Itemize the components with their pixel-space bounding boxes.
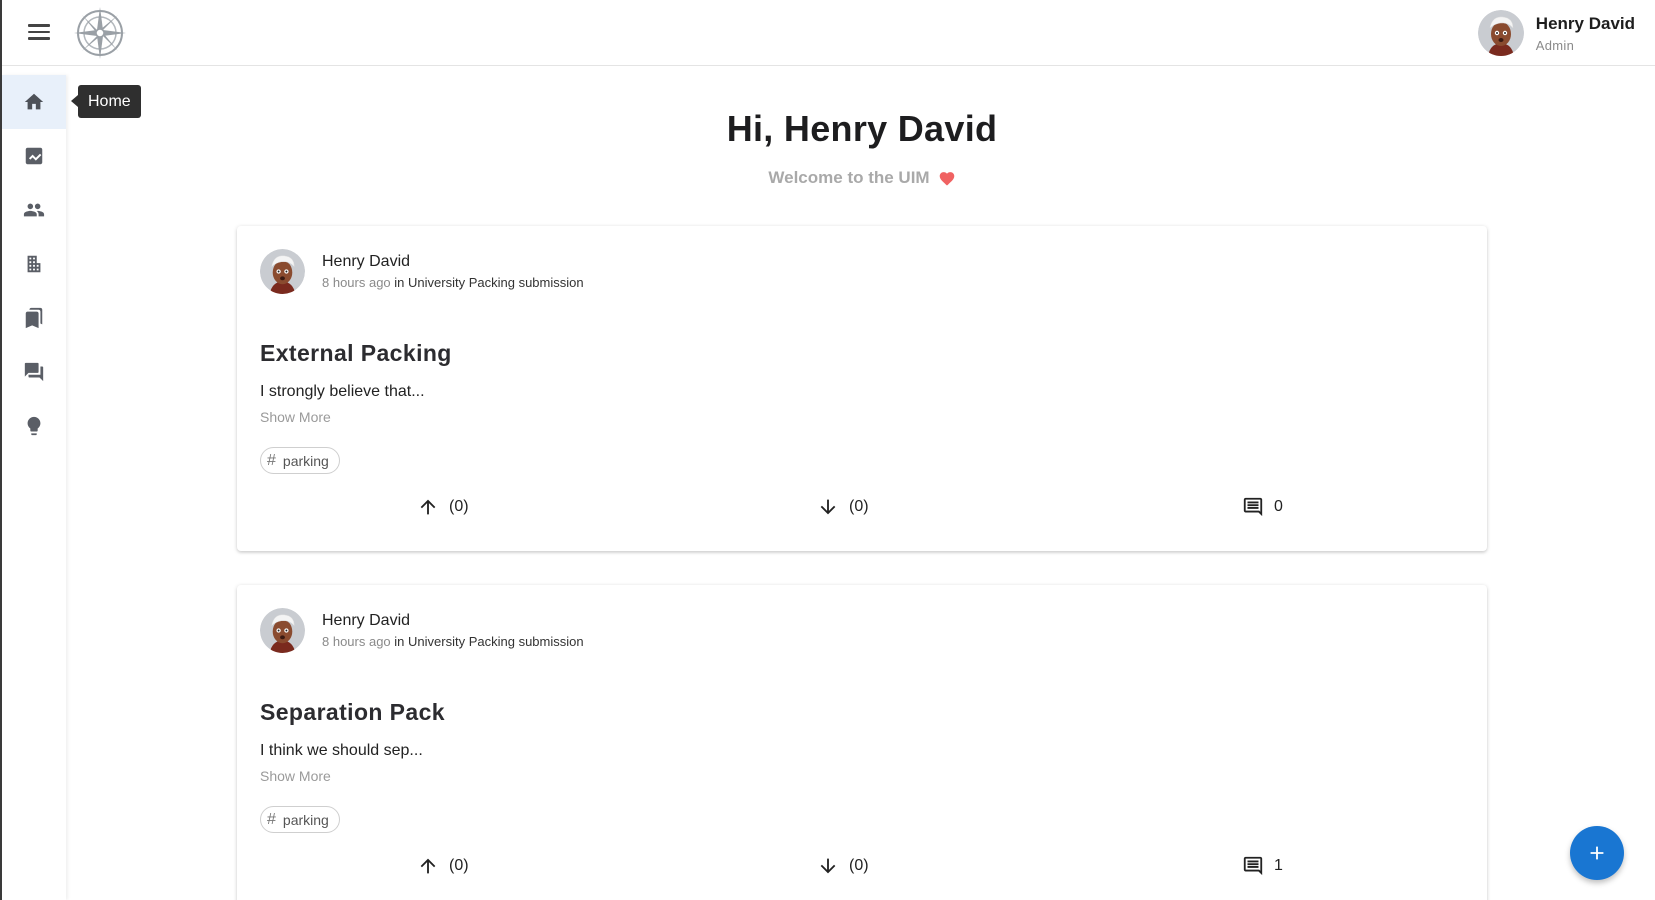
comment-count: 1 bbox=[1274, 857, 1283, 874]
post-body: I think we should sep... bbox=[260, 742, 423, 759]
post-author[interactable]: Henry David bbox=[322, 253, 584, 271]
top-bar: Henry David Admin bbox=[2, 0, 1655, 66]
upvote-count: (0) bbox=[449, 857, 469, 874]
comment-icon bbox=[1243, 497, 1263, 517]
bookmarks-icon bbox=[25, 307, 43, 329]
sidebar-item-ideas[interactable] bbox=[2, 399, 66, 453]
upvote-button[interactable]: (0) bbox=[417, 496, 469, 518]
post-meta: 8 hours ago in University Packing submis… bbox=[322, 275, 584, 290]
arrow-down-icon bbox=[820, 858, 836, 874]
sidebar-item-forum[interactable] bbox=[2, 345, 66, 399]
post-card: Henry David 8 hours ago in University Pa… bbox=[237, 226, 1487, 551]
downvote-count: (0) bbox=[849, 857, 869, 874]
upvote-count: (0) bbox=[449, 498, 469, 515]
comments-button[interactable]: 0 bbox=[1242, 496, 1283, 518]
welcome-subtitle: Welcome to the UIM bbox=[768, 168, 955, 188]
avatar[interactable] bbox=[260, 249, 305, 294]
post-context: in University Packing submission bbox=[394, 634, 584, 649]
home-icon bbox=[24, 93, 44, 110]
sidebar-item-people[interactable] bbox=[2, 183, 66, 237]
post-time: 8 hours ago bbox=[322, 634, 391, 649]
post-header: Henry David 8 hours ago in University Pa… bbox=[260, 249, 584, 294]
sidebar-item-insights[interactable] bbox=[2, 129, 66, 183]
compass-logo[interactable] bbox=[72, 5, 128, 61]
welcome-text: Welcome to the UIM bbox=[768, 168, 930, 187]
tag-chip[interactable]: # parking bbox=[260, 447, 340, 474]
downvote-button[interactable]: (0) bbox=[817, 855, 869, 877]
comments-button[interactable]: 1 bbox=[1242, 855, 1283, 877]
tag-label: parking bbox=[282, 811, 329, 828]
avatar[interactable] bbox=[260, 608, 305, 653]
tag-chip[interactable]: # parking bbox=[260, 806, 340, 833]
add-post-button[interactable] bbox=[1570, 826, 1624, 880]
post-title[interactable]: External Packing bbox=[260, 340, 452, 367]
forum-icon bbox=[24, 362, 44, 382]
user-name: Henry David bbox=[1535, 13, 1635, 33]
people-icon bbox=[23, 203, 45, 217]
tag-label: parking bbox=[282, 452, 329, 469]
sidebar bbox=[2, 75, 66, 900]
hash-icon: # bbox=[267, 810, 276, 828]
downvote-button[interactable]: (0) bbox=[817, 496, 869, 518]
sidebar-item-bookmarks[interactable] bbox=[2, 291, 66, 345]
user-role: Admin bbox=[1535, 37, 1575, 53]
post-context: in University Packing submission bbox=[394, 275, 584, 290]
hash-icon: # bbox=[267, 451, 276, 469]
show-more-link[interactable]: Show More bbox=[260, 409, 331, 425]
app-window: Henry David Admin Home Hi, Henry David W… bbox=[0, 0, 1655, 900]
comment-icon bbox=[1243, 856, 1263, 876]
hamburger-menu-icon[interactable] bbox=[26, 20, 52, 44]
post-header: Henry David 8 hours ago in University Pa… bbox=[260, 608, 584, 653]
lightbulb-icon bbox=[27, 416, 41, 436]
post-meta: 8 hours ago in University Packing submis… bbox=[322, 634, 584, 649]
post-body: I strongly believe that... bbox=[260, 383, 425, 400]
post-author[interactable]: Henry David bbox=[322, 612, 584, 630]
sidebar-item-home[interactable] bbox=[2, 75, 66, 129]
user-profile-menu[interactable]: Henry David Admin bbox=[1477, 8, 1635, 58]
tooltip-home: Home bbox=[71, 85, 141, 118]
downvote-count: (0) bbox=[849, 498, 869, 515]
heart-icon bbox=[939, 172, 954, 186]
post-time: 8 hours ago bbox=[322, 275, 391, 290]
page-title: Hi, Henry David bbox=[726, 108, 998, 149]
sidebar-item-buildings[interactable] bbox=[2, 237, 66, 291]
greeting: Hi, Henry David Welcome to the UIM bbox=[237, 108, 1487, 188]
arrow-up-icon bbox=[420, 858, 436, 874]
plus-icon bbox=[1590, 846, 1604, 860]
arrow-up-icon bbox=[420, 499, 436, 515]
avatar bbox=[1477, 10, 1524, 56]
insights-icon bbox=[25, 147, 43, 165]
upvote-button[interactable]: (0) bbox=[417, 855, 469, 877]
comment-count: 0 bbox=[1274, 498, 1283, 515]
arrow-down-icon bbox=[820, 499, 836, 515]
building-icon bbox=[27, 255, 41, 273]
show-more-link[interactable]: Show More bbox=[260, 768, 331, 784]
post-card: Henry David 8 hours ago in University Pa… bbox=[237, 585, 1487, 900]
post-title[interactable]: Separation Pack bbox=[260, 699, 445, 726]
